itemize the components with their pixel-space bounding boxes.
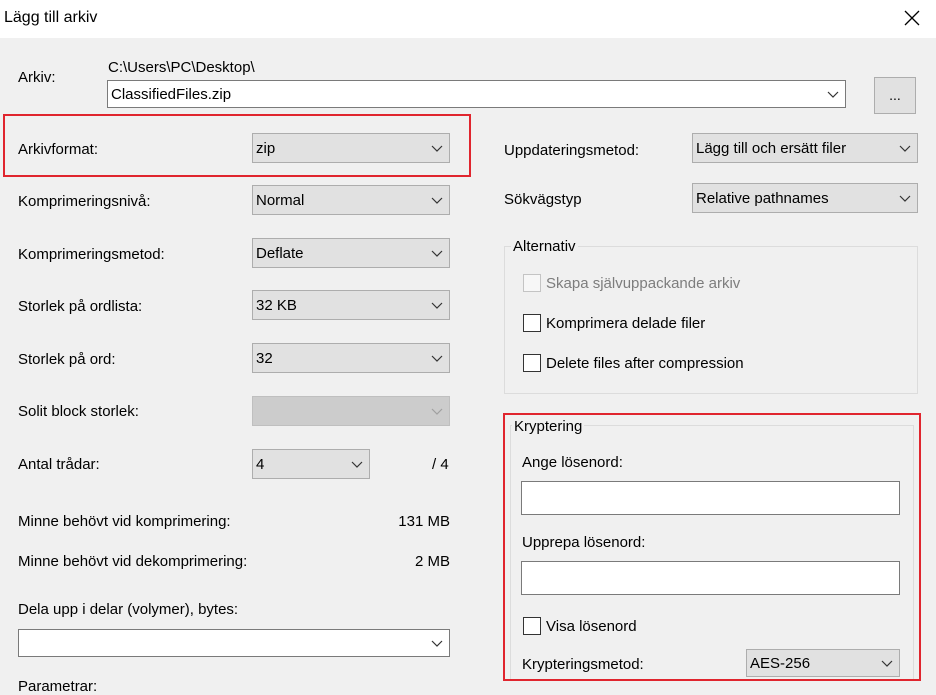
threads-select[interactable]: 4 (252, 449, 370, 479)
format-highlight-frame (3, 114, 471, 177)
level-select[interactable]: Normal (252, 185, 450, 215)
chevron-down-icon (899, 145, 911, 152)
solid-select (252, 396, 450, 426)
close-icon (904, 10, 920, 26)
shared-checkbox[interactable] (523, 314, 541, 332)
dict-label: Storlek på ordlista: (18, 298, 143, 315)
close-button[interactable] (896, 4, 928, 32)
threads-label: Antal trådar: (18, 456, 100, 473)
pathmode-select[interactable]: Relative pathnames (692, 183, 918, 213)
options-title: Alternativ (511, 238, 578, 255)
chevron-down-icon (431, 355, 443, 362)
chevron-down-icon (431, 250, 443, 257)
update-select[interactable]: Lägg till och ersätt filer (692, 133, 918, 163)
threads-max: / 4 (432, 456, 449, 473)
method-value: Deflate (256, 245, 304, 262)
archive-filename: ClassifiedFiles.zip (111, 86, 232, 103)
update-value: Lägg till och ersätt filer (696, 140, 847, 157)
level-value: Normal (256, 192, 305, 209)
chevron-down-icon (351, 461, 363, 468)
delete-checkbox[interactable] (523, 354, 541, 372)
word-select[interactable]: 32 (252, 343, 450, 373)
chevron-down-icon (431, 302, 443, 309)
word-value: 32 (256, 350, 273, 367)
encryption-highlight-frame (503, 413, 921, 681)
pathmode-value: Relative pathnames (696, 190, 829, 207)
dict-value: 32 KB (256, 297, 297, 314)
chevron-down-icon (431, 640, 443, 647)
shared-label[interactable]: Komprimera delade filer (546, 315, 705, 332)
archive-path: C:\Users\PC\Desktop\ (108, 59, 255, 76)
split-combo[interactable] (18, 629, 450, 657)
level-label: Komprimeringsnivå: (18, 193, 151, 210)
chevron-down-icon (827, 91, 839, 98)
sfx-checkbox (523, 274, 541, 292)
solid-label: Solit block storlek: (18, 403, 139, 420)
title-bar (0, 0, 936, 38)
update-label: Uppdateringsmetod: (504, 142, 640, 159)
dict-select[interactable]: 32 KB (252, 290, 450, 320)
method-label: Komprimeringsmetod: (18, 246, 165, 263)
mem-comp-label: Minne behövt vid komprimering: (18, 513, 231, 530)
browse-button[interactable]: ... (874, 77, 916, 114)
archive-filename-combo[interactable]: ClassifiedFiles.zip (107, 80, 846, 108)
sfx-label: Skapa självuppackande arkiv (546, 275, 741, 292)
archive-label: Arkiv: (18, 69, 56, 86)
mem-decomp-label: Minne behövt vid dekomprimering: (18, 553, 248, 570)
split-label: Dela upp i delar (volymer), bytes: (18, 601, 239, 618)
delete-label[interactable]: Delete files after compression (546, 355, 744, 372)
method-select[interactable]: Deflate (252, 238, 450, 268)
chevron-down-icon (431, 197, 443, 204)
chevron-down-icon (431, 408, 443, 415)
word-label: Storlek på ord: (18, 351, 116, 368)
window-title: Lägg till arkiv (4, 9, 98, 26)
pathmode-label: Sökvägstyp (504, 191, 582, 208)
threads-value: 4 (256, 456, 265, 473)
mem-decomp-value: 2 MB (414, 553, 450, 570)
chevron-down-icon (899, 195, 911, 202)
mem-comp-value: 131 MB (398, 513, 450, 530)
